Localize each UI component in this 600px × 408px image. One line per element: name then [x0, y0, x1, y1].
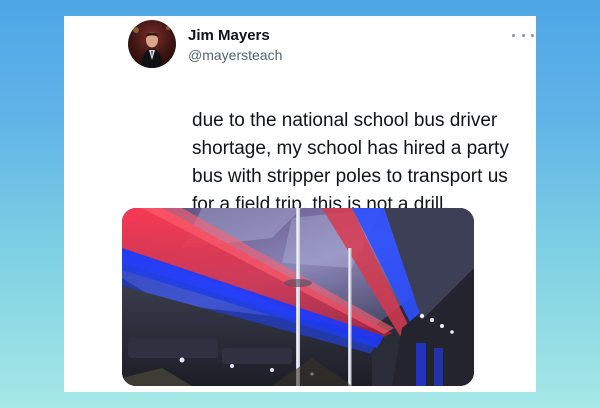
tweet-card: Jim Mayers @mayersteach due to the natio…	[64, 16, 536, 392]
author-name[interactable]: Jim Mayers	[188, 27, 270, 44]
more-horizontal-icon	[531, 33, 534, 37]
avatar[interactable]	[128, 20, 176, 68]
more-horizontal-icon	[512, 33, 515, 37]
tweet-text-line: bus with stripper poles to transport us	[192, 166, 508, 187]
tweet-media-photo[interactable]	[122, 208, 474, 386]
tweet-text-line: shortage, my school has hired a party	[192, 138, 509, 159]
tweet-text: due to the national school bus driver sh…	[192, 107, 536, 219]
author-handle[interactable]: @mayersteach	[188, 47, 282, 63]
more-horizontal-icon	[521, 33, 525, 37]
tweet-text-line: due to the national school bus driver	[192, 110, 498, 131]
more-options-button[interactable]	[512, 28, 534, 42]
